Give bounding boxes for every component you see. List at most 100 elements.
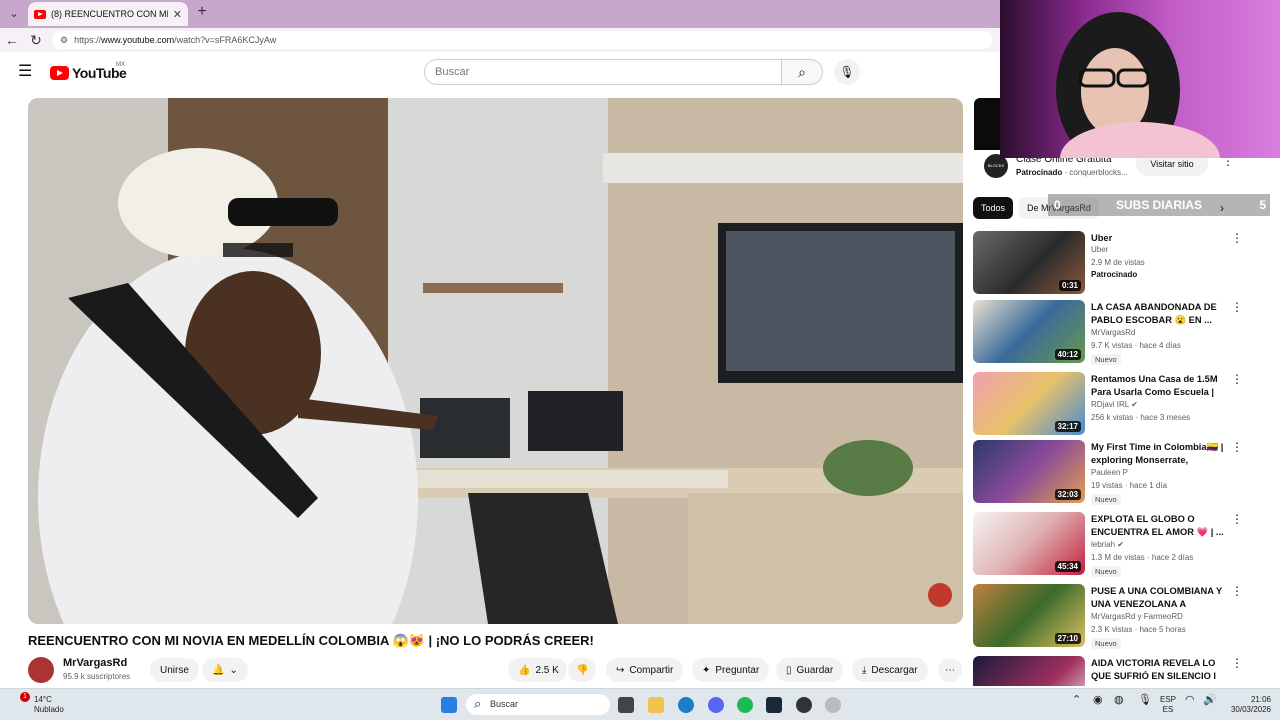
download-button[interactable]: ⤓ Descargar — [852, 658, 928, 682]
rec-title[interactable]: PUSE A UNA COLOMBIANA Y UNA VENEZOLANA A… — [1091, 585, 1231, 612]
video-thumbnail[interactable]: 45:34 — [973, 512, 1085, 575]
ask-button[interactable]: ✦ Preguntar — [692, 658, 770, 682]
rec-channel-name: RDjavi IRL — [1091, 400, 1129, 409]
chip-all[interactable]: Todos — [973, 197, 1014, 219]
back-icon[interactable]: ← — [0, 32, 24, 48]
list-item[interactable]: 40:12 LA CASA ABANDONADA DE PABLO ESCOBA… — [973, 300, 1263, 365]
rec-more-icon[interactable]: ⋮ — [1231, 231, 1243, 245]
language-code: ESP — [1160, 695, 1177, 704]
list-item[interactable]: 32:17 Rentamos Una Casa de 1.5M Para Usa… — [973, 372, 1263, 436]
search-button[interactable]: ⌕ — [781, 59, 823, 85]
address-bar[interactable]: ⚙ https://www.youtube.com/watch?v=sFRA6K… — [52, 31, 992, 49]
tray-app-icon[interactable]: ◍ — [1114, 695, 1124, 706]
rec-channel[interactable]: lebriah ✔ — [1091, 540, 1124, 549]
rec-channel[interactable]: MrVargasRd y FarmeoRD — [1091, 612, 1183, 621]
spotify-icon[interactable] — [737, 697, 753, 713]
microphone-icon: 🎙 — [839, 65, 855, 79]
steam-icon[interactable] — [766, 697, 782, 713]
new-badge: Nuevo — [1091, 638, 1121, 649]
duration-label: 32:17 — [1054, 421, 1081, 432]
search-input[interactable]: Buscar — [424, 59, 782, 85]
weather-widget[interactable]: 1 14°C Nublado — [14, 692, 64, 715]
app-icon[interactable] — [825, 697, 841, 713]
menu-icon[interactable]: ☰ — [18, 64, 34, 80]
close-tab-icon[interactable]: ✕ — [173, 8, 182, 21]
volume-icon[interactable]: 🔊 — [1203, 695, 1217, 706]
new-tab-icon[interactable]: + — [192, 3, 212, 21]
rec-title[interactable]: EXPLOTA EL GLOBO O ENCUENTRA EL AMOR 💗 |… — [1091, 513, 1231, 539]
rec-more-icon[interactable]: ⋮ — [1231, 584, 1243, 598]
ad-subtitle: Patrocinado · conquerblocks... — [1016, 168, 1128, 177]
list-item[interactable]: 45:34 EXPLOTA EL GLOBO O ENCUENTRA EL AM… — [973, 512, 1263, 577]
video-thumbnail[interactable]: 0:31 — [973, 231, 1085, 294]
discord-icon[interactable] — [708, 697, 724, 713]
language-indicator[interactable]: ESP ES — [1160, 695, 1176, 715]
rec-more-icon[interactable]: ⋮ — [1231, 372, 1243, 386]
tray-app-icon[interactable]: ◉ — [1093, 695, 1103, 706]
video-title: REENCUENTRO CON MI NOVIA EN MEDELLÍN COL… — [28, 633, 594, 648]
rec-channel[interactable]: Pauleen P — [1091, 468, 1128, 477]
sparkle-icon: ✦ — [702, 664, 711, 676]
notifications-button[interactable]: 🔔 ⌄ — [202, 658, 248, 682]
browser-tab[interactable]: (8) REENCUENTRO CON MI NOVIA ✕ — [28, 2, 188, 26]
rec-title[interactable]: My First Time in Colombia🇨🇴 | exploring … — [1091, 441, 1231, 468]
share-button[interactable]: ↪ Compartir — [606, 658, 684, 682]
taskbar-search[interactable]: Buscar — [466, 694, 610, 715]
channel-avatar[interactable] — [28, 657, 54, 683]
site-info-icon[interactable]: ⚙ — [60, 35, 68, 46]
download-label: Descargar — [871, 664, 918, 676]
list-item[interactable]: 0:31 Uber Uber 2.9 M de vistas Patrocina… — [973, 231, 1263, 295]
tray-expand-icon[interactable]: ⌃ — [1072, 695, 1081, 706]
more-icon: ⋯ — [945, 664, 955, 676]
rec-views: 1.3 M de vistas · hace 2 días — [1091, 553, 1194, 562]
more-actions-button[interactable]: ⋯ — [938, 658, 962, 682]
video-player[interactable] — [28, 98, 963, 624]
reload-icon[interactable]: ↻ — [24, 32, 48, 49]
ask-label: Preguntar — [715, 664, 760, 676]
rec-more-icon[interactable]: ⋮ — [1231, 440, 1243, 454]
video-thumbnail[interactable]: 27:10 — [973, 584, 1085, 647]
share-icon: ↪ — [616, 664, 625, 676]
like-button[interactable]: 👍 2.5 K — [508, 658, 567, 682]
rec-title[interactable]: LA CASA ABANDONADA DE PABLO ESCOBAR 😮 EN… — [1091, 301, 1231, 327]
video-thumbnail[interactable]: 32:03 — [973, 440, 1085, 503]
chips-next-icon[interactable]: › — [1220, 201, 1224, 215]
task-view-icon[interactable] — [618, 697, 634, 713]
list-item[interactable]: 32:03 My First Time in Colombia🇨🇴 | expl… — [973, 440, 1263, 505]
list-item[interactable]: AIDA VICTORIA REVELA LO QUE SUFRIÓ EN SI… — [973, 656, 1263, 686]
tab-menu-chevron-icon[interactable]: ⌄ — [4, 4, 24, 24]
duration-label: 40:12 — [1054, 349, 1081, 360]
microphone-tray-icon[interactable]: 🎙 — [1138, 695, 1152, 706]
voice-search-button[interactable]: 🎙 — [834, 59, 860, 85]
list-item[interactable]: 27:10 PUSE A UNA COLOMBIANA Y UNA VENEZO… — [973, 584, 1263, 649]
dislike-button[interactable]: 👎 — [568, 658, 597, 682]
youtube-logo-icon — [50, 66, 69, 80]
edge-icon[interactable] — [678, 697, 694, 713]
rec-channel[interactable]: Uber — [1091, 245, 1108, 254]
clock[interactable]: 21:06 30/03/2026 — [1225, 695, 1271, 715]
rec-channel[interactable]: MrVargasRd — [1091, 328, 1135, 337]
ad-banner[interactable] — [974, 98, 1002, 150]
video-thumbnail[interactable]: 40:12 — [973, 300, 1085, 363]
rec-title[interactable]: AIDA VICTORIA REVELA LO QUE SUFRIÓ EN SI… — [1091, 657, 1231, 684]
save-button[interactable]: ▯ Guardar — [776, 658, 844, 682]
rec-more-icon[interactable]: ⋮ — [1231, 300, 1243, 314]
video-thumbnail[interactable]: 32:17 — [973, 372, 1085, 435]
subs-label: SUBS DIARIAS — [1116, 198, 1203, 212]
wifi-icon[interactable]: ◠ — [1185, 695, 1195, 706]
start-icon[interactable] — [441, 697, 457, 713]
rec-title[interactable]: Rentamos Una Casa de 1.5M Para Usarla Co… — [1091, 373, 1231, 400]
channel-name[interactable]: MrVargasRd — [63, 657, 127, 669]
file-explorer-icon[interactable] — [648, 697, 664, 713]
rec-channel[interactable]: RDjavi IRL ✔ — [1091, 400, 1138, 409]
rec-views: 2.3 K vistas · hace 5 horas — [1091, 625, 1186, 634]
rec-more-icon[interactable]: ⋮ — [1231, 656, 1243, 670]
chevron-down-icon: ⌄ — [229, 664, 238, 676]
youtube-logo[interactable]: YouTube MX — [50, 62, 127, 81]
join-button[interactable]: Unirse — [150, 658, 199, 682]
obs-icon[interactable] — [796, 697, 812, 713]
rec-title[interactable]: Uber — [1091, 232, 1231, 245]
rec-more-icon[interactable]: ⋮ — [1231, 512, 1243, 526]
video-thumbnail[interactable] — [973, 656, 1085, 686]
weather-condition: Nublado — [34, 705, 64, 714]
